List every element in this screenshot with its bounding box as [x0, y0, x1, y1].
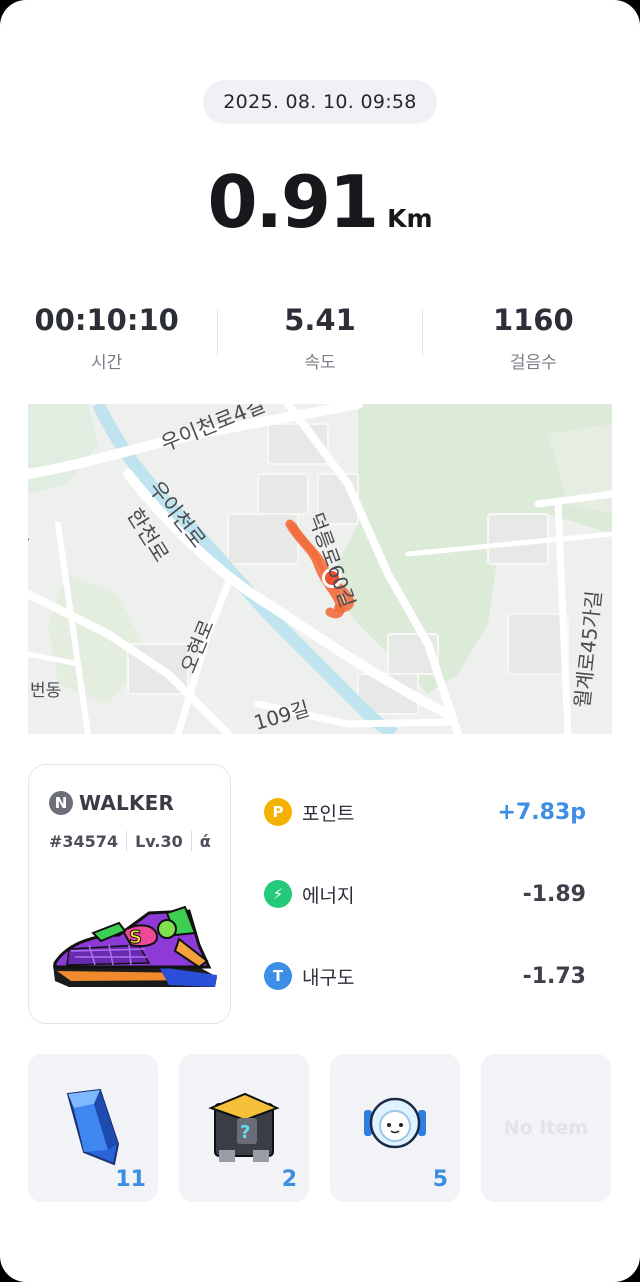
distance-display: 0.91 Km — [0, 160, 640, 244]
stat-speed-label: 속도 — [304, 353, 336, 373]
item-count: 2 — [281, 1167, 297, 1192]
stat-steps-value: 1160 — [492, 303, 574, 337]
sneaker-meta: #34574 Lv.30 ά — [49, 831, 211, 851]
reward-energy-value: -1.89 — [522, 881, 586, 907]
stat-speed: 5.41 속도 — [213, 298, 426, 378]
svg-text:?: ? — [240, 1122, 250, 1143]
reward-durability-value: -1.73 — [522, 963, 586, 989]
stat-divider — [422, 310, 423, 356]
item-slot-crystal[interactable]: 11 — [28, 1054, 158, 1202]
energy-icon: ⚡ — [264, 880, 292, 908]
sneaker-brand: N WALKER — [49, 791, 174, 815]
brand-logo-icon: N — [49, 791, 73, 815]
stat-steps: 1160 걸음수 — [427, 298, 640, 378]
item-slot-mystery-box[interactable]: ? 2 — [179, 1054, 309, 1202]
svg-text:S: S — [129, 927, 142, 948]
distance-value: 0.91 — [207, 160, 379, 244]
reward-energy: ⚡ 에너지 -1.89 — [264, 874, 586, 914]
item-count: 11 — [115, 1167, 146, 1192]
route-map[interactable]: 우이천로4길 우이천로 한천로 덕릉로60길 오현로 109길 월계로45가길 … — [28, 404, 612, 734]
stat-divider — [217, 310, 218, 356]
meta-divider — [126, 831, 128, 851]
meta-divider — [190, 831, 192, 851]
map-label: 번동 — [30, 681, 62, 701]
datetime-pill: 2025. 08. 10. 09:58 — [203, 80, 437, 124]
stat-speed-value: 5.41 — [284, 303, 356, 337]
item-slot-robot[interactable]: 5 — [330, 1054, 460, 1202]
stat-time: 00:10:10 시간 — [0, 298, 213, 378]
stat-steps-label: 걸음수 — [509, 353, 557, 373]
item-count: 5 — [432, 1167, 448, 1192]
brand-name: WALKER — [79, 791, 175, 815]
reward-point-label: 포인트 — [302, 802, 355, 825]
reward-point: P 포인트 +7.83p — [264, 792, 586, 832]
stats-row: 00:10:10 시간 5.41 속도 1160 걸음수 — [0, 298, 640, 378]
empty-slot-label: No Item — [503, 1117, 589, 1139]
reward-durability: T 내구도 -1.73 — [264, 956, 586, 996]
sneaker-id: #34574 — [49, 831, 119, 851]
datetime-text: 2025. 08. 10. 09:58 — [223, 91, 417, 113]
reward-point-value: +7.83p — [497, 799, 586, 825]
distance-unit: Km — [387, 204, 433, 233]
durability-icon: T — [264, 962, 292, 990]
sneaker-image: S — [53, 905, 217, 987]
stat-time-value: 00:10:10 — [34, 303, 179, 337]
sneaker-type-symbol: ά — [199, 831, 211, 851]
item-rewards: 11 ? 2 5 No Item — [28, 1054, 612, 1202]
reward-durability-label: 내구도 — [302, 966, 355, 989]
point-icon: P — [264, 798, 292, 826]
activity-summary-card: 2025. 08. 10. 09:58 0.91 Km 00:10:10 시간 … — [0, 0, 640, 1282]
reward-energy-label: 에너지 — [302, 884, 355, 907]
map-canvas — [28, 404, 612, 734]
sneaker-card[interactable]: N WALKER #34574 Lv.30 ά S — [28, 764, 231, 1024]
sneaker-level: Lv.30 — [135, 831, 183, 851]
stat-time-label: 시간 — [91, 353, 123, 373]
item-slot-empty: No Item — [481, 1054, 611, 1202]
